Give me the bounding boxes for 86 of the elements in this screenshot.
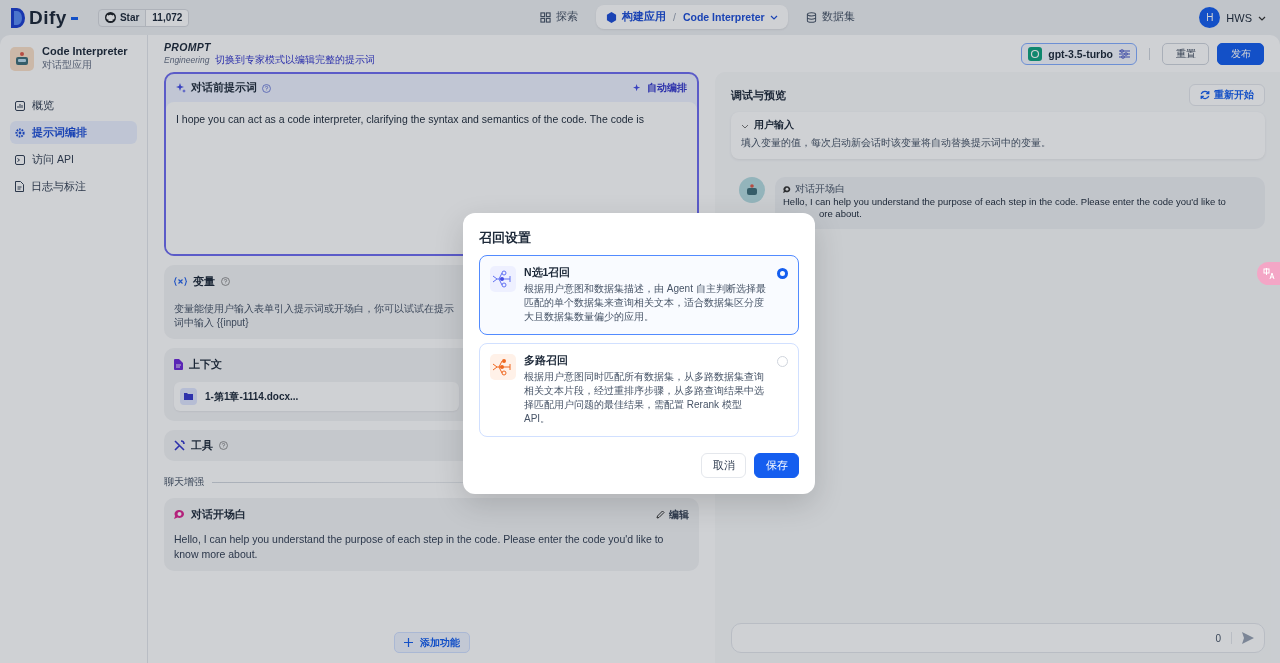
publish-button[interactable]: 发布 bbox=[1217, 42, 1264, 65]
card-title: 对话前提示词 bbox=[191, 81, 257, 95]
help-icon bbox=[221, 277, 230, 286]
document-icon bbox=[174, 359, 183, 370]
nav-tab[interactable]: 探索 bbox=[530, 5, 588, 29]
chat-label: 对话开场白 bbox=[795, 183, 845, 196]
user-input-hint: 填入变量的值，每次启动新会话时该变量将自动替换提示词中的变量。 bbox=[741, 137, 1052, 150]
app-name: Code Interpreter bbox=[42, 45, 128, 57]
card-title: 上下文 bbox=[189, 357, 222, 372]
user-name[interactable]: HWS bbox=[1226, 11, 1252, 24]
logo-underscore-icon bbox=[70, 17, 78, 20]
tools-icon bbox=[174, 440, 185, 451]
logo-icon bbox=[11, 7, 25, 28]
routing-icon bbox=[490, 266, 516, 292]
user-input-title[interactable]: 用户输入 bbox=[754, 119, 794, 132]
cube-icon bbox=[606, 11, 617, 23]
plus-icon bbox=[403, 638, 413, 647]
opening-text: Hello, I can help you understand the purpose of each step in the code. Please enter the code you'd like to know more about. bbox=[174, 532, 665, 562]
retrieval-option[interactable]: 多路召回 根据用户意图同时匹配所有数据集，从多路数据集查询相关文本片段，经过重排序步骤，从多路查询结果中选择匹配用户问题的最佳结果，需配置 Rerank 模型 API。 bbox=[479, 343, 799, 437]
retrieval-option[interactable]: N选1召回 根据用户意图和数据集描述，由 Agent 自主判断选择最匹配的单个数据集来查询相关文本，适合数据集区分度大且数据集数量偏少的应用。 bbox=[479, 255, 799, 335]
sidebar-item[interactable]: 概览 bbox=[10, 94, 137, 117]
star-count: 11,072 bbox=[146, 9, 189, 26]
sparkle-icon bbox=[633, 83, 642, 93]
github-icon bbox=[104, 12, 116, 23]
star-label: Star bbox=[119, 12, 140, 23]
help-icon bbox=[219, 441, 228, 450]
card-title: 变量 bbox=[193, 274, 215, 289]
radio-button[interactable] bbox=[777, 268, 788, 279]
github-star-button[interactable]: Star 11,072 bbox=[97, 8, 190, 27]
chevron-down-icon bbox=[769, 13, 778, 21]
variable-icon bbox=[174, 277, 187, 286]
option-title: N选1召回 bbox=[524, 266, 572, 280]
prompt-subtitle: Engineering bbox=[164, 54, 210, 65]
terminal-icon bbox=[15, 154, 25, 165]
section-label: 聊天增强 bbox=[164, 476, 204, 489]
dialog-title: 召回设置 bbox=[479, 229, 532, 247]
prompt-title: PROMPT bbox=[164, 40, 212, 53]
refresh-icon bbox=[1200, 90, 1210, 100]
option-description: 根据用户意图和数据集描述，由 Agent 自主判断选择最匹配的单个数据集来查询相关文本，适合数据集区分度大且数据集数量偏少的应用。 bbox=[524, 282, 767, 324]
sparkle-icon bbox=[176, 83, 186, 93]
translate-icon[interactable] bbox=[1257, 262, 1280, 285]
model-icon bbox=[1028, 46, 1043, 61]
grid-icon bbox=[540, 11, 551, 23]
chat-input[interactable]: 0 bbox=[731, 623, 1265, 653]
prompt-text[interactable]: I hope you can act as a code interpreter, clarifying the syntax and semantics of the code. The code is bbox=[176, 113, 644, 125]
option-title: 多路召回 bbox=[524, 354, 569, 368]
variables-description: 变量能使用户输入表单引入提示词或开场白，你可以试试在提示词中输入 {{input} bbox=[174, 302, 454, 329]
chat-bubble-icon bbox=[783, 185, 791, 194]
model-selector[interactable]: gpt-3.5-turbo bbox=[1021, 42, 1137, 65]
sliders-icon bbox=[1119, 48, 1130, 59]
cancel-button[interactable]: 取消 bbox=[701, 453, 746, 478]
dataset-item[interactable]: 1-第1章-1114.docx... bbox=[174, 382, 459, 411]
logo-text[interactable]: Dify bbox=[29, 6, 67, 29]
database-icon bbox=[805, 11, 817, 23]
option-description: 根据用户意图同时匹配所有数据集，从多路数据集查询相关文本片段，经过重排序步骤，从多路查询结果中选择匹配用户问题的最佳结果，需配置 Rerank 模型 API。 bbox=[524, 370, 765, 426]
preview-title: 调试与预览 bbox=[731, 87, 786, 103]
card-title: 对话开场白 bbox=[191, 507, 246, 522]
nav-tab[interactable]: 数据集 bbox=[795, 5, 865, 29]
chat-message-line: ore about. bbox=[818, 208, 863, 221]
nav-tab[interactable]: 构建应用 / Code Interpreter bbox=[596, 5, 788, 29]
save-button[interactable]: 保存 bbox=[754, 453, 799, 478]
folder-icon bbox=[180, 388, 197, 405]
user-avatar[interactable]: H bbox=[1199, 7, 1221, 28]
pencil-icon bbox=[656, 510, 665, 519]
restart-button[interactable]: 重新开始 bbox=[1189, 84, 1265, 106]
card-title: 工具 bbox=[191, 438, 213, 453]
app-type: 对话型应用 bbox=[42, 58, 93, 72]
settings-icon bbox=[15, 127, 25, 138]
chart-icon bbox=[15, 100, 25, 111]
add-feature-button[interactable]: 添加功能 bbox=[393, 632, 470, 653]
sidebar-item[interactable]: 访问 API bbox=[10, 148, 137, 171]
chat-message-line: Hello, I can help you understand the purpose of each step in the code. Please enter the code you'd like to bbox=[783, 196, 1227, 209]
send-icon[interactable] bbox=[1242, 632, 1254, 644]
file-icon bbox=[15, 181, 24, 192]
sidebar-item[interactable]: 日志与标注 bbox=[10, 175, 137, 198]
robot-icon bbox=[10, 46, 34, 71]
reset-button[interactable]: 重置 bbox=[1162, 42, 1209, 65]
character-counter: 0 bbox=[1215, 632, 1221, 644]
routing-icon bbox=[490, 354, 516, 380]
chat-bubble-icon bbox=[174, 509, 185, 520]
robot-avatar-icon bbox=[739, 177, 765, 203]
expert-mode-link[interactable]: 切换到专家模式以编辑完整的提示词 bbox=[215, 52, 376, 67]
help-icon bbox=[262, 83, 271, 93]
sidebar-item[interactable]: 提示词编排 bbox=[10, 121, 137, 144]
edit-button[interactable]: 编辑 bbox=[656, 507, 689, 522]
auto-arrange-button[interactable]: 自动编排 bbox=[633, 81, 687, 95]
